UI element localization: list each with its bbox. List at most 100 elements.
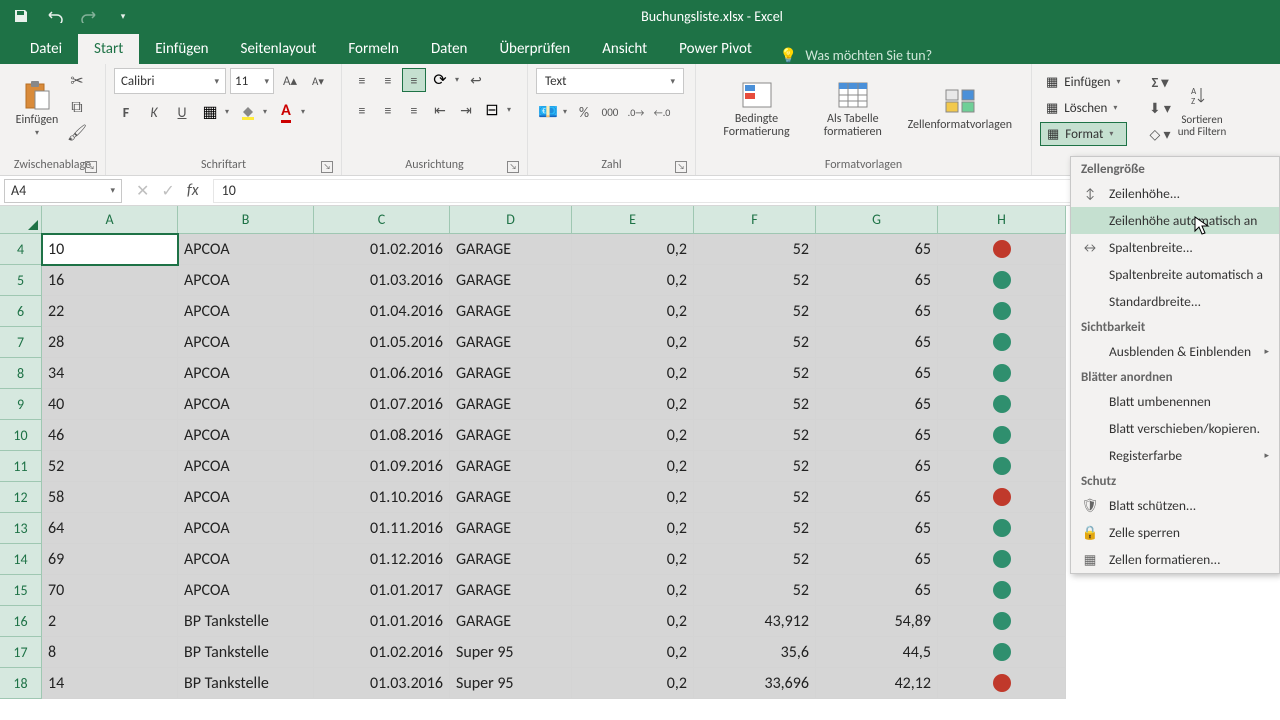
wrap-text-icon[interactable]: ↩ [464,68,488,92]
row-header[interactable]: 6 [0,296,42,327]
cell[interactable]: 0,2 [572,606,694,637]
cell[interactable]: 65 [816,544,938,575]
tab-daten[interactable]: Daten [415,34,483,64]
cell[interactable]: GARAGE [450,234,572,265]
cell[interactable]: GARAGE [450,296,572,327]
menu-autofit-row-height[interactable]: Zeilenhöhe automatisch an [1071,207,1279,234]
font-color-button[interactable]: A▾ [274,100,308,124]
italic-button[interactable]: K [142,100,166,124]
cell[interactable]: 33,696 [694,668,816,699]
cell[interactable]: APCOA [178,358,314,389]
row-header[interactable]: 5 [0,265,42,296]
cell[interactable]: 01.09.2016 [314,451,450,482]
cell[interactable]: 65 [816,513,938,544]
cell[interactable] [938,265,1066,296]
cell[interactable]: GARAGE [450,420,572,451]
cell[interactable]: GARAGE [450,513,572,544]
cell[interactable]: 0,2 [572,327,694,358]
accounting-format-button[interactable]: 💶▾ [536,100,570,124]
dialog-launcher-icon[interactable]: ↘ [507,161,519,173]
cell[interactable]: 01.07.2016 [314,389,450,420]
fill-color-button[interactable]: ▾ [236,100,270,124]
indent-increase-icon[interactable]: ⇥ [454,98,478,122]
cancel-formula-icon[interactable]: ✕ [136,181,149,201]
row-header[interactable]: 10 [0,420,42,451]
fill-icon[interactable]: ⬇ ▾ [1148,96,1172,120]
dialog-launcher-icon[interactable]: ↘ [85,161,97,173]
cell[interactable]: 01.03.2016 [314,265,450,296]
cell-styles-button[interactable]: Zellenformatvorlagen [897,68,1023,150]
cell[interactable]: BP Tankstelle [178,637,314,668]
align-middle-icon[interactable]: ≡ [376,68,400,92]
cell[interactable]: 52 [694,296,816,327]
enter-formula-icon[interactable]: ✓ [161,181,174,201]
row-header[interactable]: 12 [0,482,42,513]
cell[interactable]: 0,2 [572,544,694,575]
cell[interactable]: 01.02.2016 [314,234,450,265]
number-format-combo[interactable]: Text▾ [536,68,684,94]
cell[interactable]: 65 [816,358,938,389]
cell[interactable]: 34 [42,358,178,389]
orientation-button[interactable]: ⟳▾ [428,68,462,92]
cell[interactable] [938,234,1066,265]
cell[interactable]: 43,912 [694,606,816,637]
cell[interactable]: 0,2 [572,265,694,296]
tab-datei[interactable]: Datei [14,34,78,64]
dialog-launcher-icon[interactable]: ↘ [675,161,687,173]
cell[interactable]: GARAGE [450,482,572,513]
column-header[interactable]: D [450,206,572,234]
row-header[interactable]: 7 [0,327,42,358]
row-header[interactable]: 4 [0,234,42,265]
row-header[interactable]: 11 [0,451,42,482]
cell[interactable]: 58 [42,482,178,513]
copy-icon[interactable]: ⧉ [66,96,88,118]
menu-tab-color[interactable]: Registerfarbe▸ [1071,442,1279,469]
cell[interactable]: 2 [42,606,178,637]
paste-button[interactable]: Einfügen ▾ [8,68,66,150]
cell[interactable] [938,389,1066,420]
format-as-table-button[interactable]: Als Tabelle formatieren [809,68,897,150]
undo-icon[interactable] [42,4,68,28]
cell[interactable]: GARAGE [450,606,572,637]
cut-icon[interactable]: ✂ [66,70,88,92]
cell[interactable]: 54,89 [816,606,938,637]
save-icon[interactable] [8,4,34,28]
cell[interactable]: 01.05.2016 [314,327,450,358]
format-cells-button[interactable]: ▦Format▾ [1040,122,1127,146]
cell[interactable]: 0,2 [572,389,694,420]
cell[interactable]: APCOA [178,234,314,265]
cell[interactable]: 0,2 [572,513,694,544]
cell[interactable]: 01.10.2016 [314,482,450,513]
row-header[interactable]: 18 [0,668,42,699]
cell[interactable]: 52 [694,420,816,451]
cell[interactable] [938,668,1066,699]
align-top-icon[interactable]: ≡ [350,68,374,92]
cell[interactable]: 65 [816,575,938,606]
cell[interactable]: 65 [816,482,938,513]
column-header[interactable]: A [42,206,178,234]
tab-seitenlayout[interactable]: Seitenlayout [225,34,333,64]
delete-cells-button[interactable]: ▦Löschen▾ [1040,96,1127,120]
cell[interactable]: GARAGE [450,575,572,606]
cell[interactable]: 46 [42,420,178,451]
cell[interactable]: APCOA [178,451,314,482]
row-header[interactable]: 9 [0,389,42,420]
font-size-combo[interactable]: 11▾ [230,68,274,94]
cell[interactable]: APCOA [178,575,314,606]
dialog-launcher-icon[interactable]: ↘ [321,161,333,173]
cell[interactable]: Super 95 [450,668,572,699]
cell[interactable]: 52 [694,544,816,575]
tab-einfuegen[interactable]: Einfügen [139,34,224,64]
cell[interactable]: 52 [694,575,816,606]
cell[interactable]: 52 [42,451,178,482]
cell[interactable]: 52 [694,358,816,389]
column-header[interactable]: G [816,206,938,234]
column-header[interactable]: H [938,206,1066,234]
cell[interactable]: 01.12.2016 [314,544,450,575]
shrink-font-icon[interactable]: A▾ [306,69,330,93]
cell[interactable]: 65 [816,451,938,482]
row-header[interactable]: 8 [0,358,42,389]
cell[interactable]: 44,5 [816,637,938,668]
tab-powerpivot[interactable]: Power Pivot [663,34,768,64]
cell[interactable] [938,327,1066,358]
